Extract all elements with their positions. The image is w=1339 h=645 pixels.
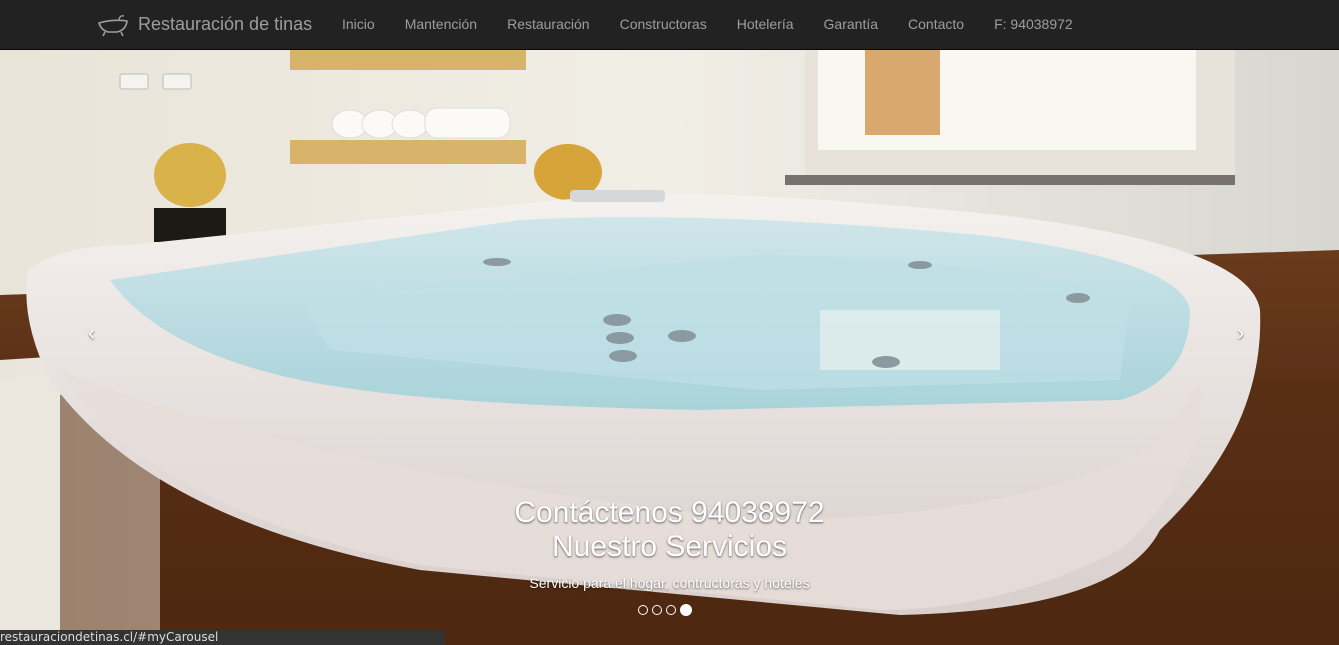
- nav-item-inicio: Inicio: [342, 16, 375, 34]
- nav-item-constructoras: Constructoras: [620, 16, 707, 34]
- nav-item-hoteleria: Hotelería: [737, 16, 794, 34]
- carousel-caption-title: Contáctenos 94038972: [514, 496, 825, 529]
- brand-title: Restauración de tinas: [138, 14, 313, 34]
- nav-link-inicio[interactable]: Inicio: [342, 16, 375, 32]
- nav-link-phone[interactable]: F: 94038972: [994, 16, 1073, 32]
- nav-item-contacto: Contacto: [908, 16, 964, 34]
- brand-link[interactable]: Restauración de tinas: [97, 0, 312, 49]
- nav-item-mantencion: Mantención: [405, 16, 477, 34]
- nav-link-mantencion[interactable]: Mantención: [405, 16, 477, 32]
- nav-item-phone: F: 94038972: [994, 16, 1073, 34]
- carousel-indicator-1[interactable]: [638, 605, 648, 615]
- carousel-indicators: [638, 604, 692, 616]
- nav-link-contacto[interactable]: Contacto: [908, 16, 964, 32]
- nav-item-garantia: Garantía: [824, 16, 878, 34]
- bathtub-icon: [97, 13, 129, 37]
- carousel-indicator-2[interactable]: [652, 605, 662, 615]
- carousel-indicator-4-active[interactable]: [680, 604, 692, 616]
- hero-carousel: Contáctenos 94038972 Nuestro Servicios S…: [0, 50, 1339, 645]
- nav-menu: Inicio Mantención Restauración Construct…: [342, 0, 1103, 49]
- browser-status-bar: restauraciondetinas.cl/#myCarousel: [0, 630, 445, 645]
- nav-item-restauracion: Restauración: [507, 16, 590, 34]
- carousel-indicator-3[interactable]: [666, 605, 676, 615]
- carousel-next-button[interactable]: ›: [1237, 320, 1244, 346]
- navbar: Restauración de tinas Inicio Mantención …: [0, 0, 1339, 50]
- carousel-caption-text: Servicio para el hogar, contructoras y h…: [529, 575, 810, 591]
- nav-link-garantia[interactable]: Garantía: [824, 16, 878, 32]
- nav-link-constructoras[interactable]: Constructoras: [620, 16, 707, 32]
- nav-link-hoteleria[interactable]: Hotelería: [737, 16, 794, 32]
- carousel-prev-button[interactable]: ‹: [88, 320, 95, 346]
- nav-link-restauracion[interactable]: Restauración: [507, 16, 590, 32]
- carousel-caption-subtitle: Nuestro Servicios: [551, 530, 788, 563]
